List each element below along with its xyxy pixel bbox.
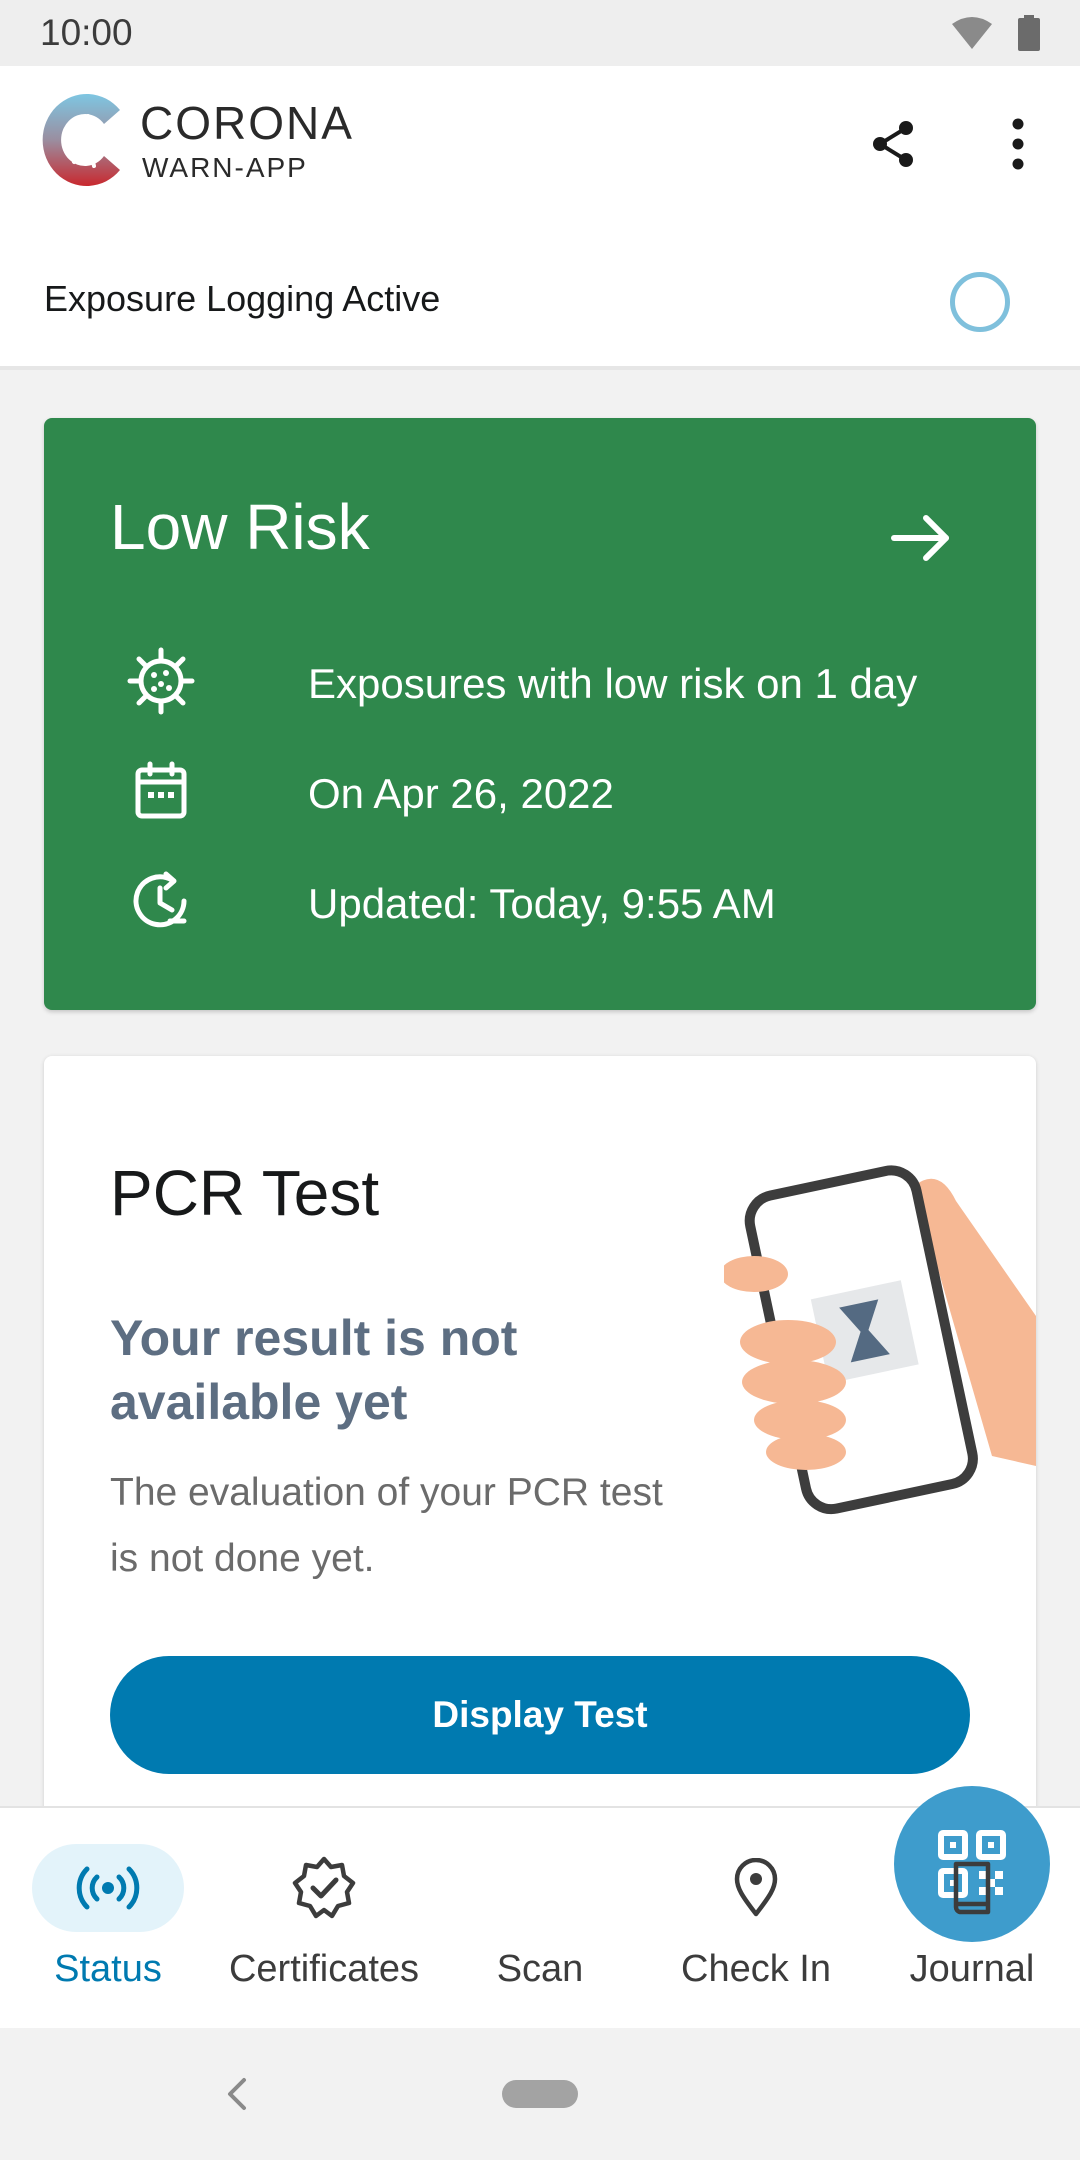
bottom-navigation: Status Certificates Scan Check In Journa… <box>0 1786 1080 2030</box>
nav-check-in-icon-wrap <box>680 1844 832 1932</box>
location-pin-icon <box>734 1858 778 1917</box>
risk-updated-text: Updated: Today, 9:55 AM <box>308 880 776 927</box>
status-icons <box>950 15 1040 51</box>
nav-certificates-icon-wrap <box>248 1844 400 1932</box>
app-header: CORONA WARN-APP <box>0 66 1080 236</box>
back-chevron-icon[interactable] <box>222 2072 252 2116</box>
test-body-text: The evaluation of your PCR test is not d… <box>110 1471 663 1580</box>
display-test-button[interactable]: Display Test <box>110 1656 970 1774</box>
battery-icon <box>1018 15 1040 51</box>
calendar-icon <box>135 761 187 819</box>
nav-label-certificates: Certificates <box>228 1948 420 1990</box>
risk-card[interactable]: Low Risk Exposures with low risk on 1 da… <box>44 418 1036 1010</box>
book-icon <box>953 1861 991 1915</box>
badge-check-icon <box>292 1856 356 1919</box>
nav-label-scan: Scan <box>496 1948 584 1990</box>
status-bar: 10:00 <box>0 0 1080 66</box>
nav-journal-icon-wrap <box>896 1844 1048 1932</box>
clock-refresh-icon <box>133 871 187 928</box>
exposure-logging-row[interactable]: Exposure Logging Active <box>0 236 1080 370</box>
risk-date-line: On Apr 26, 2022 <box>126 756 1006 826</box>
brand-title: CORONA <box>140 97 354 149</box>
hand-holding-phone-illustration <box>724 1165 1036 1515</box>
brand-subtitle: WARN-APP <box>142 152 308 183</box>
nav-label-check-in: Check In <box>681 1948 831 1990</box>
status-time: 10:00 <box>40 12 133 53</box>
system-navigation-bar <box>0 2028 1080 2160</box>
nav-item-check-in[interactable]: Check In <box>648 1808 864 2030</box>
risk-exposures-text: Exposures with low risk on 1 day <box>308 660 918 707</box>
corona-warn-logo <box>42 93 120 186</box>
nav-item-status[interactable]: Status <box>0 1808 216 2030</box>
exposure-logging-label: Exposure Logging Active <box>44 278 441 319</box>
nav-item-scan[interactable]: Scan <box>432 1786 1050 2030</box>
risk-title: Low Risk <box>110 491 370 563</box>
wifi-icon <box>952 17 992 49</box>
share-icon[interactable] <box>868 118 920 170</box>
arrow-right-icon <box>891 515 949 561</box>
nav-item-journal[interactable]: Journal <box>864 1808 1080 2030</box>
broadcast-icon <box>76 1866 140 1910</box>
risk-exposures-line: Exposures with low risk on 1 day <box>126 646 1006 716</box>
nav-label-journal: Journal <box>909 1948 1035 1990</box>
risk-updated-line: Updated: Today, 9:55 AM <box>126 866 1006 936</box>
virus-icon <box>127 647 195 715</box>
test-title: PCR Test <box>110 1157 380 1229</box>
risk-date-text: On Apr 26, 2022 <box>308 770 614 817</box>
exposure-status-ring-icon <box>950 272 1010 332</box>
home-pill-button[interactable] <box>502 2080 578 2108</box>
nav-label-status: Status <box>54 1948 162 1990</box>
pcr-test-card[interactable]: PCR Test Your result is not available ye… <box>44 1056 1036 1806</box>
nav-status-highlight <box>32 1844 184 1932</box>
test-subtitle: Your result is not available yet <box>110 1310 518 1430</box>
nav-item-certificates[interactable]: Certificates <box>216 1808 432 2030</box>
more-vert-icon[interactable] <box>1000 114 1036 174</box>
home-content[interactable]: Low Risk Exposures with low risk on 1 da… <box>0 374 1080 1806</box>
